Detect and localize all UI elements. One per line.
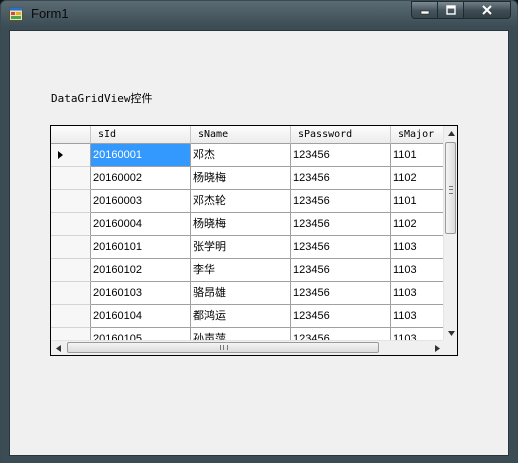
current-row-arrow-icon: [58, 151, 63, 159]
maximize-icon: [445, 5, 456, 15]
row-header[interactable]: [51, 167, 91, 190]
row-header[interactable]: [51, 236, 91, 259]
row-header[interactable]: [51, 213, 91, 236]
cell-sid[interactable]: 20160104: [91, 305, 191, 328]
cell-sid[interactable]: 20160002: [91, 167, 191, 190]
cell-smajor[interactable]: 1103: [391, 282, 444, 305]
table-row[interactable]: 20160103 骆昂雄 123456 1103: [51, 282, 444, 305]
cell-sname[interactable]: 都鸿运: [191, 305, 291, 328]
row-header[interactable]: [51, 190, 91, 213]
cell-smajor[interactable]: 1103: [391, 259, 444, 282]
arrow-left-icon: [55, 344, 61, 352]
main-window: Form1 DataGridView控件 sId sName sPassword…: [0, 0, 518, 463]
row-header[interactable]: [51, 305, 91, 328]
grid-rows: 20160001 邓杰 123456 1101 20160002 杨晓梅 123456 110…: [51, 144, 444, 340]
arrow-down-icon: [447, 330, 455, 336]
cell-sid[interactable]: 20160003: [91, 190, 191, 213]
vertical-scroll-thumb[interactable]: [445, 142, 456, 234]
cell-smajor[interactable]: 1101: [391, 144, 444, 167]
cell-spassword[interactable]: 123456: [291, 236, 391, 259]
column-header-spassword[interactable]: sPassword: [291, 126, 391, 144]
maximize-button[interactable]: [438, 1, 464, 19]
grip-icon: [220, 345, 228, 350]
scroll-up-button[interactable]: [444, 126, 457, 140]
cell-spassword[interactable]: 123456: [291, 259, 391, 282]
window-controls: [411, 1, 511, 20]
row-header[interactable]: [51, 144, 91, 167]
cell-spassword[interactable]: 123456: [291, 213, 391, 236]
table-row[interactable]: 20160002 杨晓梅 123456 1102: [51, 167, 444, 190]
cell-sid[interactable]: 20160004: [91, 213, 191, 236]
cell-sid[interactable]: 20160103: [91, 282, 191, 305]
cell-spassword[interactable]: 123456: [291, 190, 391, 213]
app-form-icon: [9, 7, 23, 21]
horizontal-scrollbar[interactable]: [51, 340, 444, 355]
arrow-right-icon: [434, 344, 440, 352]
cell-sname[interactable]: 李华: [191, 259, 291, 282]
column-header-sid[interactable]: sId: [91, 126, 191, 144]
table-row[interactable]: 20160004 杨晓梅 123456 1102: [51, 213, 444, 236]
column-header-row: sId sName sPassword sMajor: [51, 126, 444, 144]
table-row[interactable]: 20160104 都鸿运 123456 1103: [51, 305, 444, 328]
table-row[interactable]: 20160101 张学明 123456 1103: [51, 236, 444, 259]
cell-sid[interactable]: 20160101: [91, 236, 191, 259]
cell-sid[interactable]: 20160102: [91, 259, 191, 282]
row-header[interactable]: [51, 282, 91, 305]
column-header-sname[interactable]: sName: [191, 126, 291, 144]
cell-sid[interactable]: 20160001: [91, 144, 191, 167]
row-header[interactable]: [51, 328, 91, 340]
cell-spassword[interactable]: 123456: [291, 305, 391, 328]
grip-icon: [449, 186, 453, 194]
title-bar[interactable]: Form1: [1, 1, 517, 27]
cell-sname[interactable]: 孙声萍: [191, 328, 291, 340]
grid-corner-header[interactable]: [51, 126, 91, 144]
minimize-button[interactable]: [411, 1, 438, 19]
close-icon: [482, 5, 492, 15]
column-header-smajor[interactable]: sMajor: [391, 126, 444, 144]
cell-sid[interactable]: 20160105: [91, 328, 191, 340]
table-row[interactable]: 20160102 李华 123456 1103: [51, 259, 444, 282]
cell-smajor[interactable]: 1102: [391, 167, 444, 190]
row-header[interactable]: [51, 259, 91, 282]
table-row[interactable]: 20160105 孙声萍 123456 1103: [51, 328, 444, 340]
grid-viewport: sId sName sPassword sMajor 20160001 邓杰 123…: [51, 126, 444, 340]
arrow-up-icon: [447, 130, 455, 136]
cell-smajor[interactable]: 1102: [391, 213, 444, 236]
close-button[interactable]: [464, 1, 511, 19]
cell-smajor[interactable]: 1103: [391, 236, 444, 259]
cell-smajor[interactable]: 1103: [391, 305, 444, 328]
scroll-down-button[interactable]: [444, 326, 457, 340]
cell-sname[interactable]: 杨晓梅: [191, 167, 291, 190]
cell-spassword[interactable]: 123456: [291, 144, 391, 167]
cell-smajor[interactable]: 1103: [391, 328, 444, 340]
scrollbar-corner: [443, 340, 457, 355]
data-grid-view[interactable]: sId sName sPassword sMajor 20160001 邓杰 123…: [50, 125, 458, 356]
cell-sname[interactable]: 杨晓梅: [191, 213, 291, 236]
cell-sname[interactable]: 邓杰轮: [191, 190, 291, 213]
datagridview-label: DataGridView控件: [51, 92, 153, 105]
horizontal-scroll-thumb[interactable]: [67, 342, 379, 353]
cell-sname[interactable]: 邓杰: [191, 144, 291, 167]
cell-spassword[interactable]: 123456: [291, 167, 391, 190]
form-client-area: DataGridView控件 sId sName sPassword sMajo…: [9, 30, 509, 456]
cell-smajor[interactable]: 1101: [391, 190, 444, 213]
scroll-right-button[interactable]: [430, 341, 444, 355]
window-title: Form1: [31, 6, 69, 21]
cell-sname[interactable]: 骆昂雄: [191, 282, 291, 305]
table-row[interactable]: 20160001 邓杰 123456 1101: [51, 144, 444, 167]
cell-sname[interactable]: 张学明: [191, 236, 291, 259]
vertical-scrollbar[interactable]: [443, 126, 457, 340]
cell-spassword[interactable]: 123456: [291, 328, 391, 340]
table-row[interactable]: 20160003 邓杰轮 123456 1101: [51, 190, 444, 213]
minimize-icon: [420, 10, 429, 15]
scroll-left-button[interactable]: [51, 341, 65, 355]
cell-spassword[interactable]: 123456: [291, 282, 391, 305]
